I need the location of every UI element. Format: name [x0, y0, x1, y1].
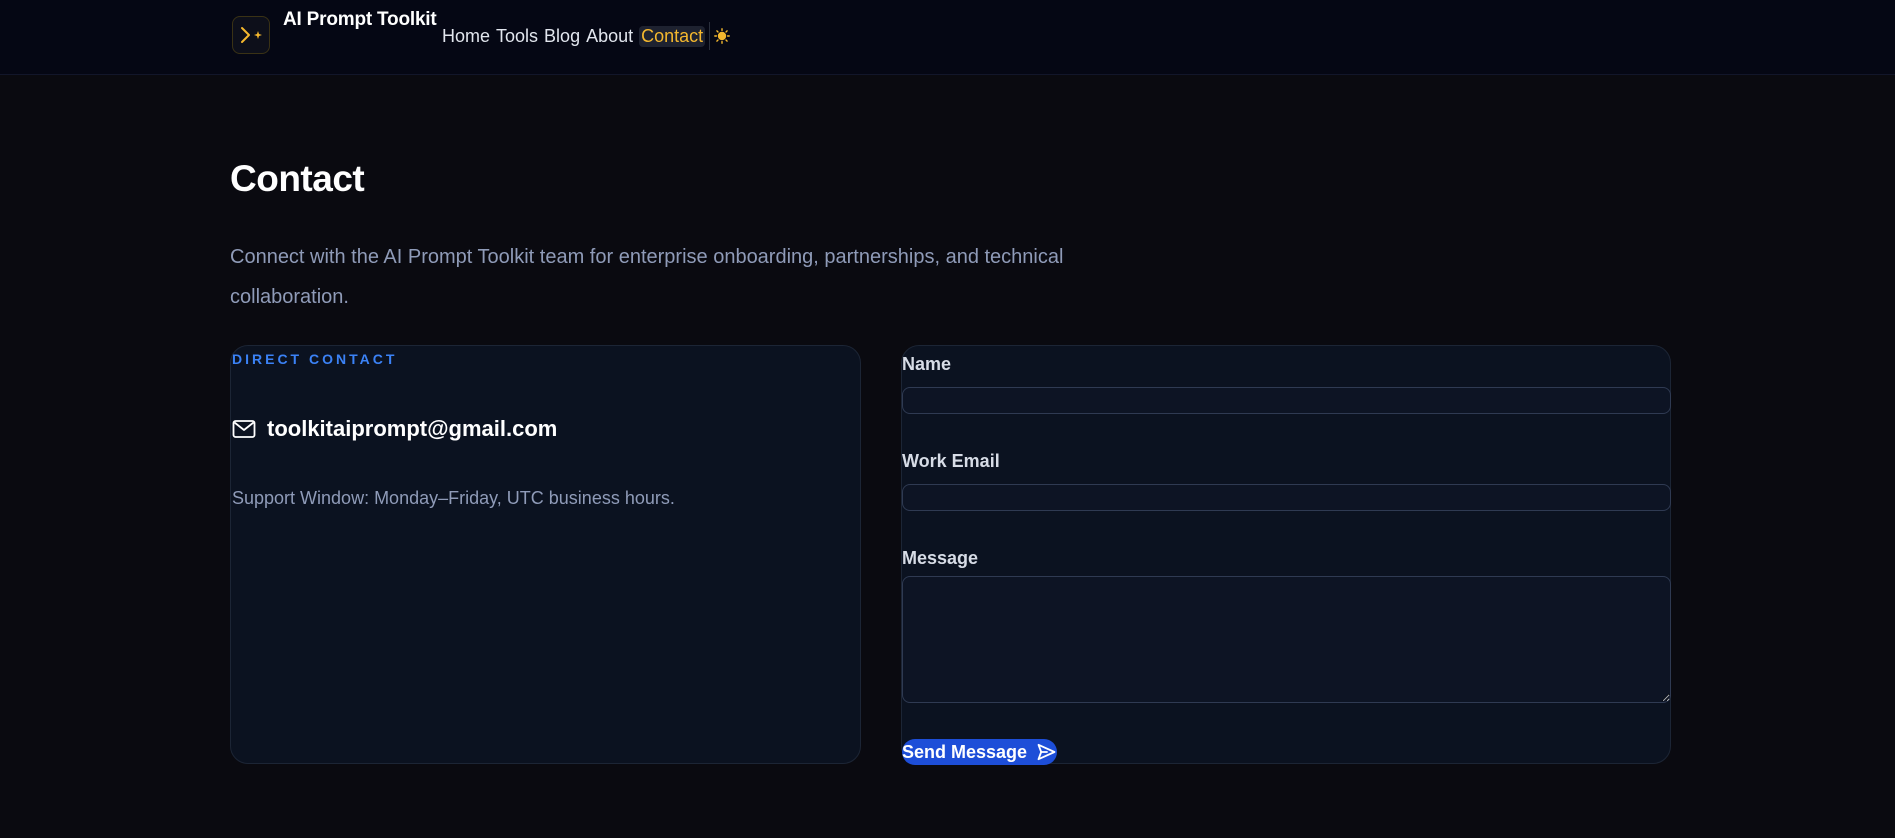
support-window-text: Support Window: Monday–Friday, UTC busin… — [232, 488, 675, 508]
send-message-label: Send Message — [902, 741, 1028, 762]
logo-terminal-sparkle-icon[interactable] — [232, 16, 270, 54]
name-field[interactable] — [902, 387, 1671, 414]
nav-link-blog[interactable]: Blog — [544, 26, 580, 47]
page-title: Contact — [230, 158, 365, 199]
sun-icon[interactable] — [714, 28, 731, 44]
name-label: Name — [902, 354, 952, 374]
contact-email-link[interactable]: toolkitaiprompt@gmail.com — [267, 416, 557, 442]
nav-link-tools[interactable]: Tools — [496, 26, 538, 47]
work-email-field[interactable] — [902, 484, 1671, 511]
nav-link-about[interactable]: About — [586, 26, 633, 47]
work-email-label: Work Email — [902, 451, 1000, 471]
direct-contact-card: DIRECT CONTACT toolkitaiprompt@gmail.com… — [230, 345, 861, 764]
nav-divider — [709, 22, 711, 50]
mail-icon — [232, 418, 258, 440]
direct-contact-eyebrow: DIRECT CONTACT — [232, 351, 398, 367]
page-intro: Connect with the AI Prompt Toolkit team … — [230, 246, 1064, 308]
top-navigation-bar: AI Prompt Toolkit Home Tools Blog About … — [0, 0, 1895, 75]
brand-name[interactable]: AI Prompt Toolkit — [283, 9, 437, 31]
nav-link-contact[interactable]: Contact — [639, 25, 706, 47]
contact-form: Name Work Email Message Send Message — [901, 345, 1671, 765]
message-label: Message — [902, 548, 979, 568]
nav-link-home[interactable]: Home — [442, 26, 490, 47]
send-icon — [1037, 743, 1056, 761]
main-nav: Home Tools Blog About Contact — [442, 22, 731, 50]
email-row: toolkitaiprompt@gmail.com — [232, 416, 557, 442]
send-message-button[interactable]: Send Message — [902, 739, 1057, 765]
message-field[interactable] — [902, 576, 1671, 703]
